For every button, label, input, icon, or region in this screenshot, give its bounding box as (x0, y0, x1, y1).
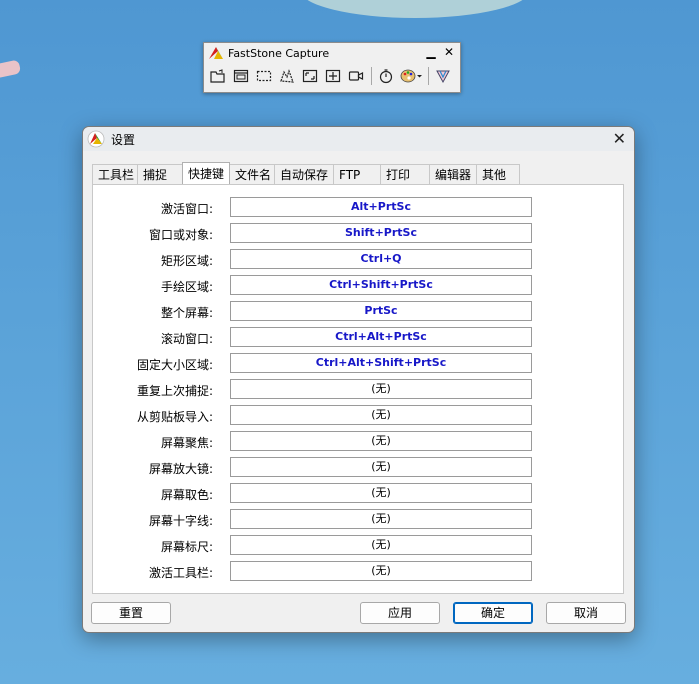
hotkey-field[interactable]: Ctrl+Alt+Shift+PrtSc (230, 353, 532, 373)
settings-tabs: 工具栏 捕捉 快捷键 文件名 自动保存 FTP 打印 编辑器 其他 (92, 162, 520, 184)
faststone-logo-icon (209, 47, 223, 59)
hotkey-field[interactable]: (无) (230, 483, 532, 503)
dialog-close-button[interactable]: ✕ (613, 129, 626, 148)
hotkey-field[interactable]: Ctrl+Shift+PrtSc (230, 275, 532, 295)
hotkey-label: 屏幕放大镜: (148, 462, 213, 476)
hotkey-label: 屏幕标尺: (160, 540, 213, 554)
tab-capture[interactable]: 捕捉 (137, 164, 183, 184)
desktop-wallpaper-shape (0, 59, 22, 79)
tab-hotkeys[interactable]: 快捷键 (182, 162, 230, 184)
capture-fixed-icon[interactable] (323, 66, 343, 86)
hotkey-field[interactable]: (无) (230, 379, 532, 399)
faststone-toolbar-window[interactable]: FastStone Capture ▁ ✕ (203, 42, 461, 93)
hotkey-field[interactable]: (无) (230, 405, 532, 425)
hotkey-field[interactable]: Ctrl+Q (230, 249, 532, 269)
capture-fullscreen-icon[interactable] (300, 66, 320, 86)
capture-tools (204, 63, 460, 89)
faststone-title-bar[interactable]: FastStone Capture ▁ ✕ (204, 43, 460, 63)
hotkey-field[interactable]: Alt+PrtSc (230, 197, 532, 217)
capture-window-icon[interactable] (231, 66, 251, 86)
dialog-title: 设置 (111, 132, 136, 147)
hotkey-field[interactable]: Ctrl+Alt+PrtSc (230, 327, 532, 347)
hotkey-label: 手绘区域: (160, 280, 213, 294)
hotkey-label: 重复上次捕捉: (136, 384, 213, 398)
hotkeys-panel: 激活窗口: Alt+PrtSc 窗口或对象: Shift+PrtSc 矩形区域:… (92, 184, 624, 594)
timer-icon[interactable] (376, 66, 396, 86)
hotkey-field[interactable]: (无) (230, 535, 532, 555)
hotkey-label: 屏幕十字线: (148, 514, 213, 528)
record-video-icon[interactable] (346, 66, 366, 86)
desktop-wallpaper-shape (300, 0, 530, 18)
hotkey-label: 整个屏幕: (160, 306, 213, 320)
dialog-title-bar[interactable]: 设置 ✕ (83, 127, 634, 151)
hotkey-label: 屏幕取色: (160, 488, 213, 502)
capture-rect-icon[interactable] (254, 66, 274, 86)
cancel-button[interactable]: 取消 (546, 602, 626, 624)
hotkey-field[interactable]: Shift+PrtSc (230, 223, 532, 243)
apply-button[interactable]: 应用 (360, 602, 440, 624)
ok-button[interactable]: 确定 (453, 602, 533, 624)
minimize-button[interactable]: ▁ (424, 45, 438, 59)
hotkey-field[interactable]: (无) (230, 431, 532, 451)
hotkey-field[interactable]: (无) (230, 561, 532, 581)
hotkey-label: 激活工具栏: (148, 566, 213, 580)
tab-ftp[interactable]: FTP (333, 164, 381, 184)
tab-filename[interactable]: 文件名 (229, 164, 275, 184)
tab-toolbar[interactable]: 工具栏 (92, 164, 138, 184)
hotkey-label: 从剪贴板导入: (136, 410, 213, 424)
color-picker-icon[interactable] (399, 66, 423, 86)
hotkey-label: 激活窗口: (160, 202, 213, 216)
settings-dialog: 设置 ✕ 工具栏 捕捉 快捷键 文件名 自动保存 FTP 打印 编辑器 其他 激… (82, 126, 635, 633)
faststone-logo-icon (87, 130, 105, 148)
reset-button[interactable]: 重置 (91, 602, 171, 624)
hotkey-field[interactable]: PrtSc (230, 301, 532, 321)
hotkey-label: 滚动窗口: (160, 332, 213, 346)
hotkey-label: 窗口或对象: (148, 228, 213, 242)
open-folder-icon[interactable] (208, 66, 228, 86)
tab-other[interactable]: 其他 (476, 164, 520, 184)
hotkey-label: 屏幕聚焦: (160, 436, 213, 450)
options-icon[interactable] (433, 66, 453, 86)
faststone-title: FastStone Capture (228, 46, 330, 60)
hotkey-field[interactable]: (无) (230, 509, 532, 529)
hotkey-field[interactable]: (无) (230, 457, 532, 477)
toolbar-separator (371, 67, 372, 85)
capture-freehand-icon[interactable] (277, 66, 297, 86)
hotkey-label: 固定大小区域: (136, 358, 213, 372)
close-button[interactable]: ✕ (442, 45, 456, 59)
toolbar-separator (428, 67, 429, 85)
hotkey-label: 矩形区域: (160, 254, 213, 268)
tab-autosave[interactable]: 自动保存 (274, 164, 334, 184)
tab-editor[interactable]: 编辑器 (429, 164, 477, 184)
tab-print[interactable]: 打印 (380, 164, 430, 184)
